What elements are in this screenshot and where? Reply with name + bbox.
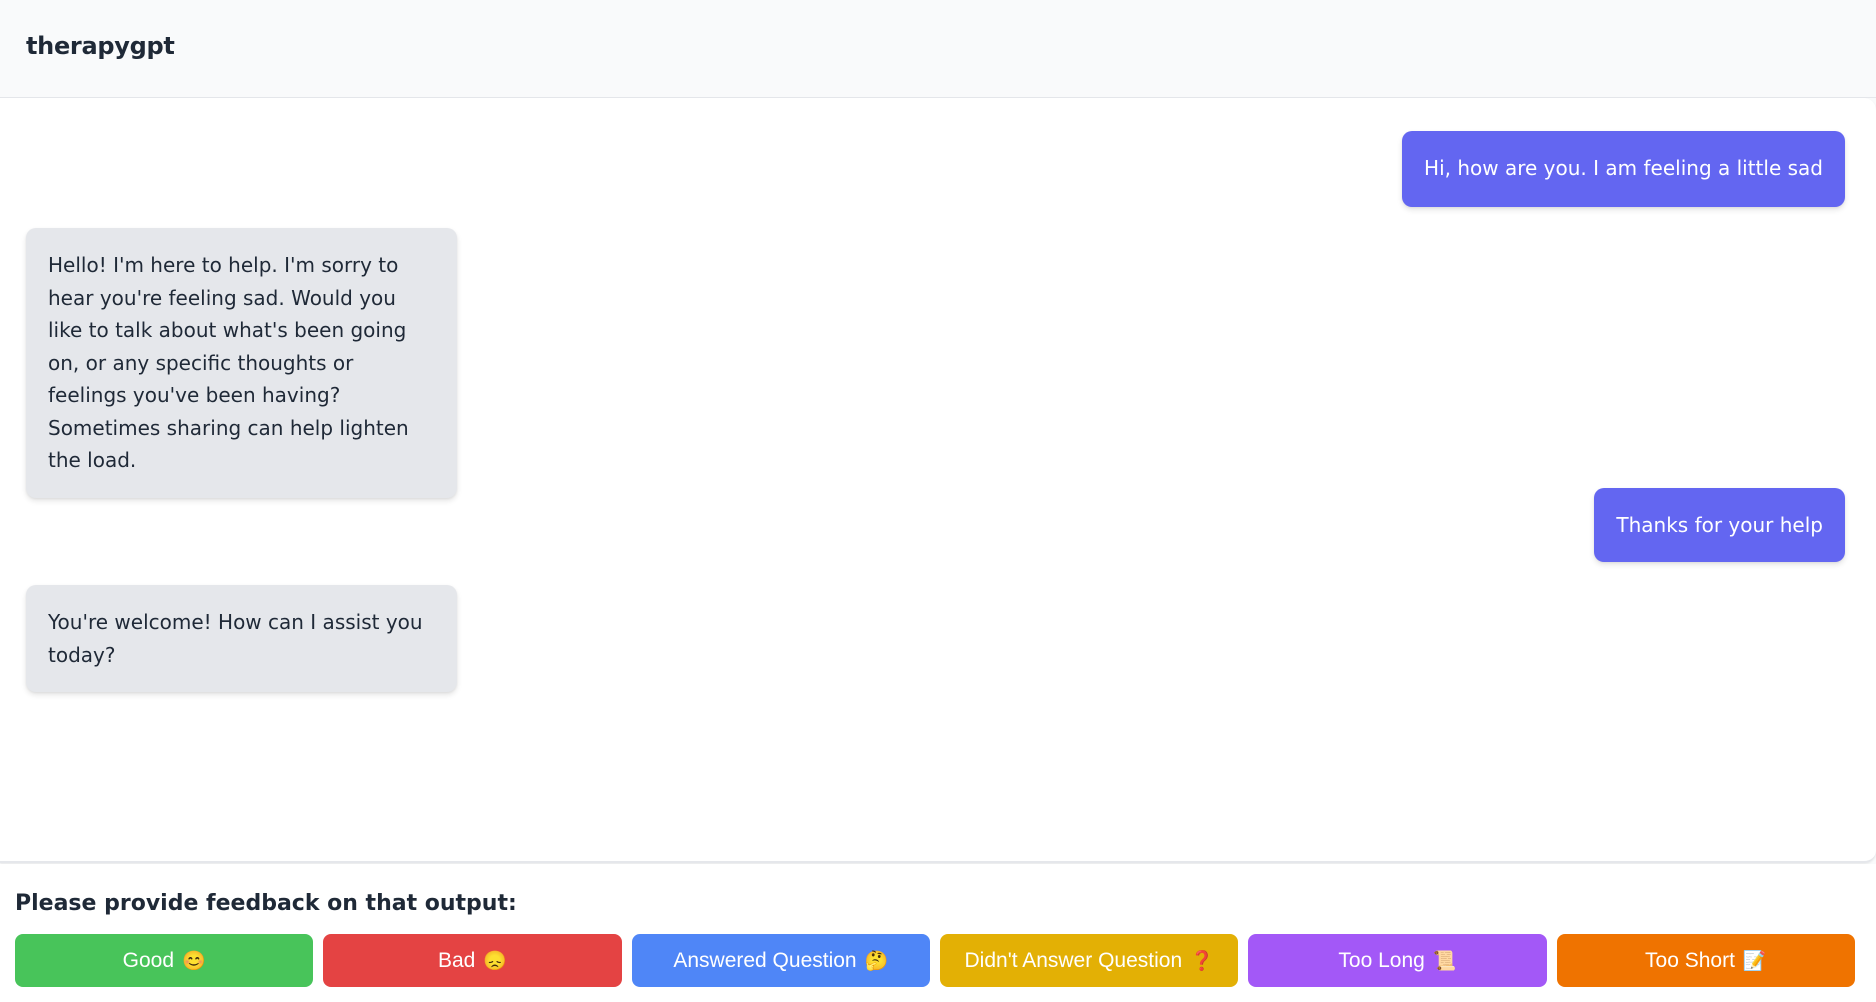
- user-message: Thanks for your help: [1594, 488, 1845, 562]
- button-label: Didn't Answer Question: [964, 948, 1183, 972]
- feedback-section: Please provide feedback on that output: …: [0, 864, 1876, 1002]
- app: therapygpt Hi, how are you. I am feeling…: [0, 0, 1876, 1002]
- button-label: Good: [122, 948, 175, 972]
- too-short-button[interactable]: Too Short 📝: [1556, 934, 1855, 987]
- bad-button[interactable]: Bad 😞: [323, 934, 622, 987]
- memo-icon: 📝: [1742, 950, 1767, 972]
- thinking-face-icon: 🤔: [864, 950, 889, 972]
- button-label: Answered Question: [673, 948, 857, 972]
- disappointed-face-icon: 😞: [483, 950, 508, 972]
- chat-panel[interactable]: Hi, how are you. I am feeling a little s…: [0, 98, 1876, 863]
- feedback-prompt: Please provide feedback on that output:: [15, 891, 517, 916]
- feedback-buttons: Good 😊 Bad 😞 Answered Question 🤔 Didn't …: [15, 934, 1855, 987]
- app-title: therapygpt: [26, 32, 175, 60]
- header: therapygpt: [0, 0, 1876, 98]
- good-button[interactable]: Good 😊: [15, 934, 314, 987]
- scroll-icon: 📜: [1432, 950, 1457, 972]
- answered-question-button[interactable]: Answered Question 🤔: [631, 934, 930, 987]
- smiling-face-icon: 😊: [182, 950, 206, 972]
- assistant-message: You're welcome! How can I assist you tod…: [26, 585, 457, 692]
- too-long-button[interactable]: Too Long 📜: [1248, 934, 1547, 987]
- button-label: Bad: [437, 948, 476, 972]
- user-message: Hi, how are you. I am feeling a little s…: [1402, 131, 1845, 207]
- button-label: Too Long: [1338, 948, 1425, 972]
- assistant-message: Hello! I'm here to help. I'm sorry to he…: [26, 228, 457, 498]
- button-label: Too Short: [1645, 948, 1735, 972]
- question-mark-icon: ❓: [1190, 950, 1214, 972]
- didnt-answer-question-button[interactable]: Didn't Answer Question ❓: [939, 934, 1239, 987]
